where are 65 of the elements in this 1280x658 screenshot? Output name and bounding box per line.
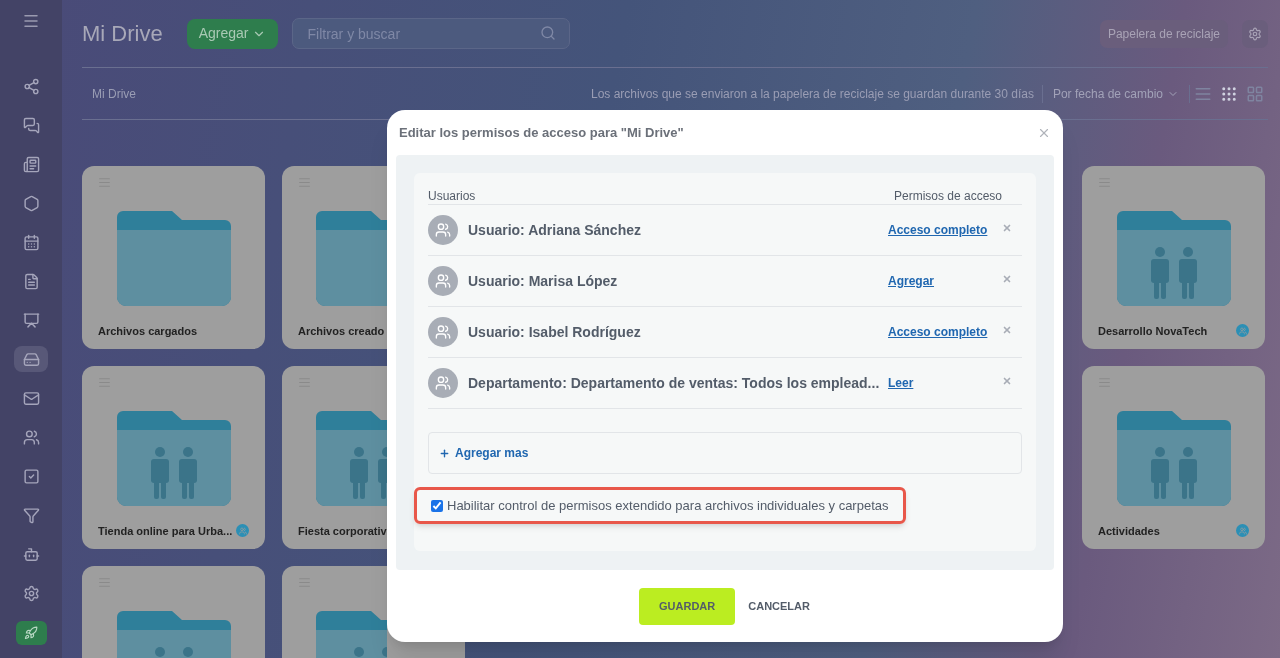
remove-icon[interactable]: [1002, 324, 1012, 335]
remove-icon[interactable]: [1002, 273, 1012, 284]
save-button[interactable]: GUARDAR: [639, 587, 736, 625]
shared-folder-icon: [116, 411, 231, 506]
option-checkbox-frame[interactable]: Habilitar control de permisos extendido para archivos individuales y carpetas: [414, 487, 906, 524]
permission-link[interactable]: Agregar: [888, 272, 1000, 290]
hexagon-icon[interactable]: [22, 194, 40, 212]
dialog-title: Editar los permisos de acceso para "Mi Drive": [399, 123, 684, 142]
avatar-icon: [428, 266, 458, 296]
chat-icon[interactable]: [22, 116, 40, 134]
settings-button[interactable]: [1242, 19, 1268, 48]
rocket-icon: [24, 626, 38, 640]
trash-notice: Los archivos que se enviaron a la papelera de reciclaje se guardan durante 30 días: [590, 84, 1043, 103]
column-header: Permisos de acceso: [894, 188, 1004, 204]
folder-card[interactable]: Desarrollo NovaTech: [1082, 166, 1265, 349]
search-icon[interactable]: [540, 25, 557, 41]
page-title: Mi Drive: [82, 20, 163, 48]
avatar-icon: [428, 368, 458, 398]
checkbox[interactable]: [431, 499, 443, 512]
remove-icon[interactable]: [1002, 222, 1012, 233]
entry-name: Usuario: Marisa López: [468, 271, 619, 291]
mail-icon[interactable]: [22, 389, 40, 407]
shared-folder-icon: [316, 411, 387, 506]
permission-link[interactable]: Leer: [888, 374, 1000, 392]
cancel-button[interactable]: CANCELAR: [747, 587, 811, 625]
newspaper-icon[interactable]: [22, 155, 40, 173]
add-more-button[interactable]: Agregar mas: [428, 432, 1022, 474]
entry-name: Usuario: Isabel Rodríguez: [468, 322, 642, 342]
breadcrumb[interactable]: Mi Drive: [92, 84, 136, 103]
calendar-icon[interactable]: [22, 233, 40, 251]
menu-icon[interactable]: [22, 12, 40, 30]
plus-icon: [439, 447, 450, 459]
people-icon[interactable]: [22, 428, 40, 446]
folder-name: Archivos cargados: [98, 323, 198, 339]
checkbox-icon[interactable]: [22, 467, 40, 485]
remove-icon[interactable]: [1002, 375, 1012, 386]
funnel-icon[interactable]: [22, 506, 40, 524]
settings-icon: [1248, 26, 1262, 41]
robot-icon[interactable]: [22, 545, 40, 563]
folder-name: Archivos creado: [298, 323, 385, 339]
entry-name: Departamento: Departamento de ventas: Todos los emplead...: [468, 373, 881, 393]
folder-icon: [116, 211, 231, 306]
folder-name: Desarrollo NovaTech: [1098, 323, 1208, 339]
avatar-icon: [428, 215, 458, 245]
folder-card[interactable]: Tienda online para Urba...: [82, 366, 265, 549]
drive-icon[interactable]: [22, 350, 40, 368]
avatar-icon: [428, 317, 458, 347]
folder-name: Tienda online para Urba...: [98, 523, 233, 539]
entry-name: Usuario: Adriana Sánchez: [468, 220, 642, 240]
settings-icon[interactable]: [22, 584, 40, 602]
rocket-button[interactable]: [15, 621, 47, 645]
shared-folder-icon: [1116, 411, 1231, 506]
add-button[interactable]: Agregar: [186, 18, 279, 49]
folder-card[interactable]: Actividades: [1082, 366, 1265, 549]
document-icon[interactable]: [22, 272, 40, 290]
folder-name: Fiesta corporativ: [298, 523, 387, 539]
shared-folder-icon: [1116, 211, 1231, 306]
folder-card[interactable]: Archivos cargados: [82, 166, 265, 349]
folder-icon: [316, 211, 387, 306]
folder-name: Actividades: [1098, 523, 1160, 539]
permission-link[interactable]: Acceso completo: [888, 323, 1000, 341]
network-icon[interactable]: [22, 77, 40, 95]
presentation-icon[interactable]: [22, 311, 40, 329]
sidebar-item[interactable]: [14, 346, 48, 372]
permission-link[interactable]: Acceso completo: [888, 221, 1000, 239]
